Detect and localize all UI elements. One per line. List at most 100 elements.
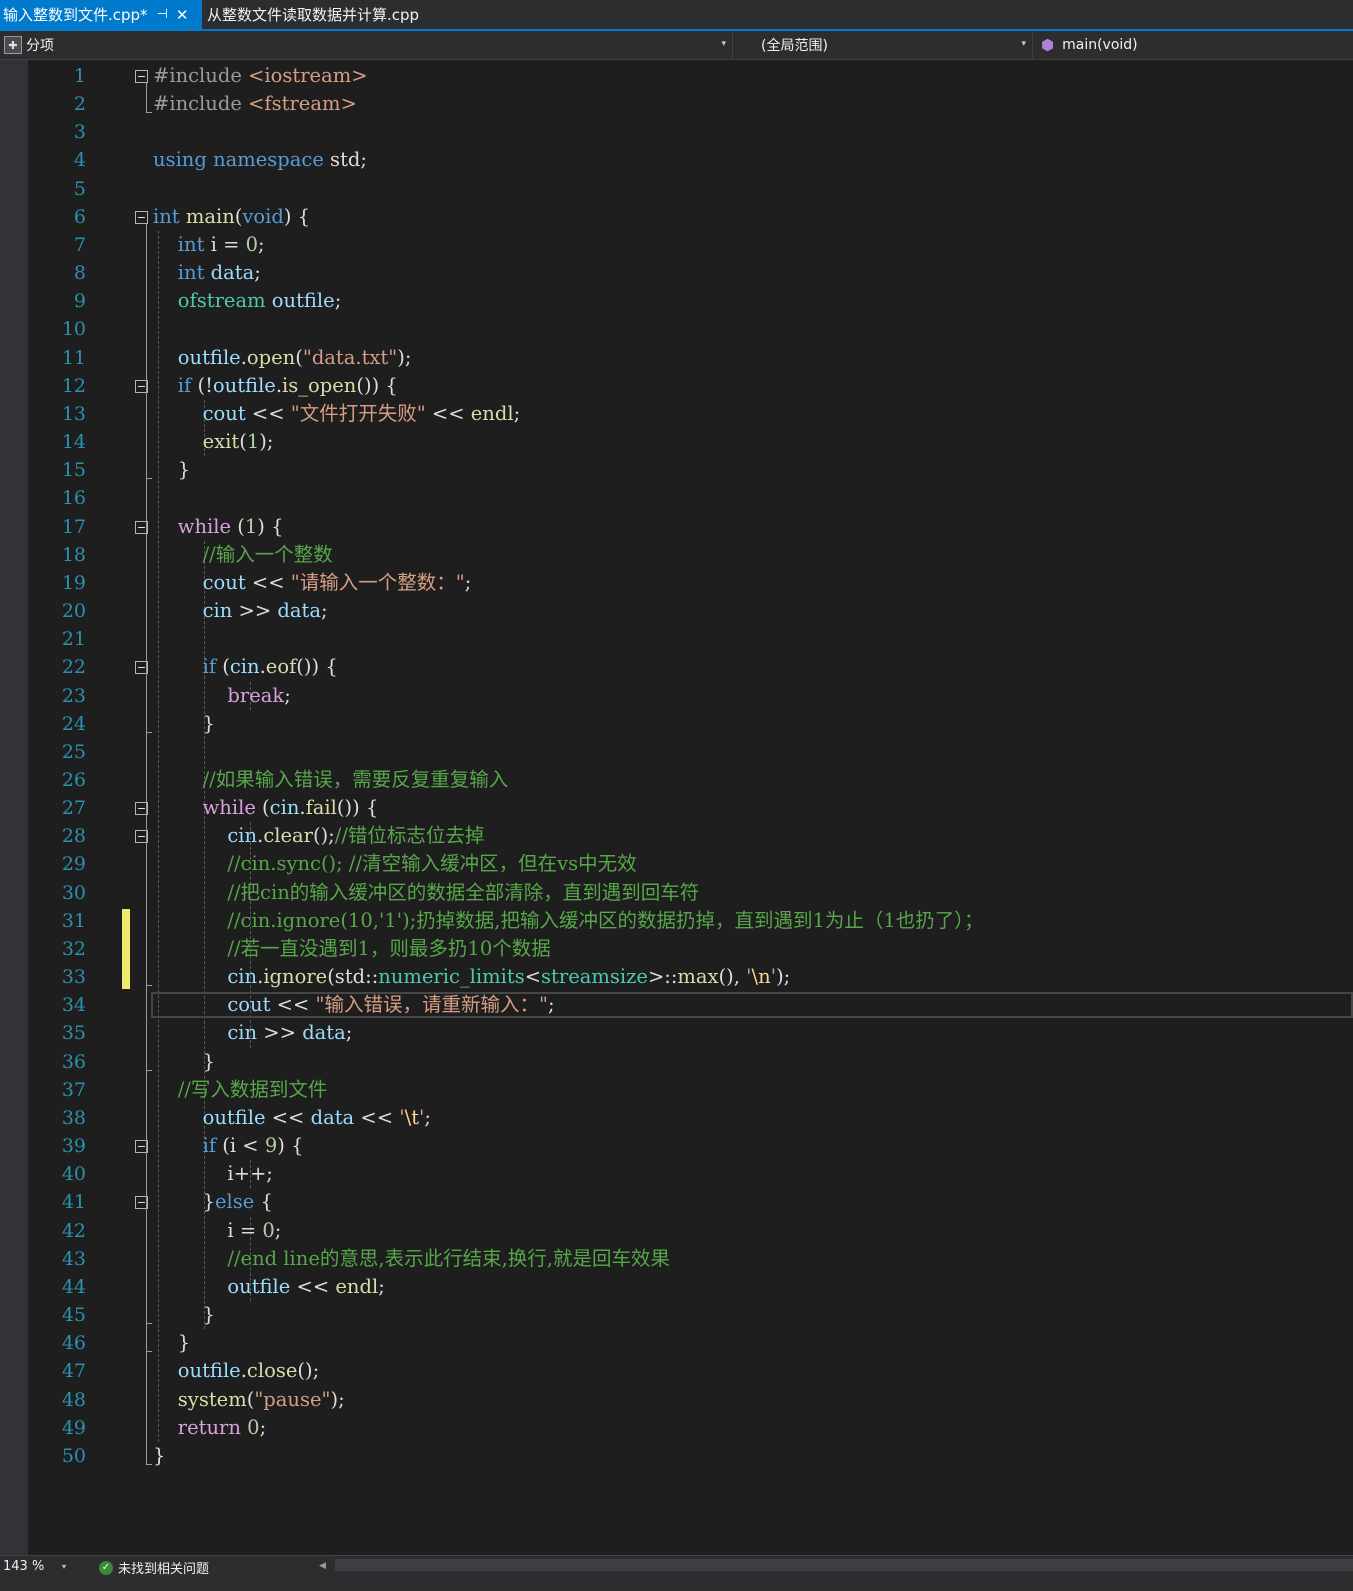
code-token: (!: [191, 373, 213, 397]
code-line[interactable]: cin.clear();//错位标志位去掉: [153, 822, 484, 850]
code-token: >>: [257, 1021, 303, 1045]
code-token: while: [202, 796, 256, 820]
fold-end-tick: [146, 985, 152, 987]
code-line[interactable]: }: [153, 1442, 165, 1470]
tab-label: 输入整数到文件.cpp*: [3, 6, 148, 24]
code-line[interactable]: }: [153, 710, 215, 738]
code-token: ) {: [257, 514, 284, 538]
line-number: 13: [61, 402, 86, 425]
line-number: 38: [61, 1106, 86, 1129]
code-token: "文件打开失败": [290, 401, 426, 425]
code-token: ;: [258, 232, 265, 256]
code-line[interactable]: if (cin.eof()) {: [153, 653, 338, 681]
code-line[interactable]: }: [153, 1301, 215, 1329]
code-line[interactable]: outfile.close();: [153, 1357, 319, 1385]
line-number: 19: [61, 571, 86, 594]
code-line[interactable]: cout << "文件打开失败" << endl;: [153, 400, 521, 428]
line-number: 33: [61, 966, 86, 989]
code-token: >>: [232, 599, 278, 623]
code-line[interactable]: //如果输入错误，需要反复重复输入: [153, 766, 509, 794]
code-line[interactable]: system("pause");: [153, 1386, 345, 1414]
member-dropdown[interactable]: ⬢ main(void): [1037, 31, 1353, 59]
code-editor[interactable]: 1 2 3 4 5 6 7 8 9 10 11 12 13 14 15 16 17 18 19 20 21 22 23 24 2…: [0, 60, 1353, 1555]
code-line[interactable]: //把cin的输入缓冲区的数据全部清除，直到遇到回车符: [153, 879, 699, 907]
code-token: }: [153, 1303, 215, 1327]
code-token: if: [202, 655, 217, 679]
code-token: if: [202, 1134, 217, 1158]
chevron-down-icon[interactable]: ▾: [62, 1562, 66, 1571]
scroll-left-icon[interactable]: ◀: [319, 1561, 326, 1571]
code-token: <iostream>: [248, 64, 368, 87]
tab-active-file[interactable]: 输入整数到文件.cpp* ⊣ ✕: [0, 0, 202, 29]
code-line[interactable]: //end line的意思,表示此行结束,换行,就是回车效果: [153, 1245, 670, 1273]
code-line[interactable]: #include <iostream>: [153, 62, 368, 90]
code-token: (: [239, 430, 247, 454]
code-line[interactable]: exit(1);: [153, 428, 274, 456]
code-token: eof: [265, 655, 297, 679]
code-token: ) {: [277, 1134, 304, 1158]
code-token: ;: [378, 1274, 385, 1298]
code-token: //如果输入错误，需要反复重复输入: [202, 768, 509, 791]
code-token: (: [231, 514, 245, 538]
project-dropdown[interactable]: ✚ 分项 ▾: [0, 31, 733, 59]
code-token: int: [153, 204, 180, 228]
code-token: //错位标志位去掉: [334, 824, 485, 848]
code-line[interactable]: while (cin.fail()) {: [153, 794, 379, 822]
collapse-toggle[interactable]: [135, 70, 148, 83]
code-line[interactable]: while (1) {: [153, 513, 284, 541]
chevron-down-icon[interactable]: ▾: [721, 39, 726, 49]
issues-indicator[interactable]: ✓ 未找到相关问题: [99, 1558, 209, 1577]
code-token: }: [153, 1331, 191, 1355]
code-line[interactable]: cout << "请输入一个整数：";: [153, 569, 472, 597]
code-line[interactable]: outfile << data << '\t';: [153, 1104, 431, 1132]
code-line[interactable]: }: [153, 1329, 190, 1357]
code-line[interactable]: cout << "输入错误，请重新输入：";: [153, 991, 554, 1019]
code-token: outfile: [227, 1274, 291, 1298]
code-token: i =: [204, 232, 246, 256]
code-line[interactable]: //cin.ignore(10,'1');扔掉数据,把输入缓冲区的数据扔掉，直到…: [153, 907, 983, 935]
code-line[interactable]: if (!outfile.is_open()) {: [153, 372, 398, 400]
code-token: ;: [284, 683, 291, 707]
code-line[interactable]: }: [153, 456, 190, 484]
tab-inactive-file[interactable]: 从整数文件读取数据并计算.cpp: [204, 0, 419, 29]
code-line[interactable]: cin >> data;: [153, 1019, 352, 1047]
code-token: ;: [345, 1021, 353, 1045]
code-line[interactable]: i = 0;: [153, 1217, 281, 1245]
code-line[interactable]: ofstream outfile;: [153, 287, 341, 315]
code-line[interactable]: int i = 0;: [153, 231, 265, 259]
code-line[interactable]: //cin.sync(); //清空输入缓冲区，但在vs中无效: [153, 850, 636, 878]
code-line[interactable]: return 0;: [153, 1414, 266, 1442]
project-label: 分项: [26, 38, 54, 54]
code-line[interactable]: }: [153, 1048, 215, 1076]
pin-icon[interactable]: ⊣: [157, 7, 168, 22]
code-line[interactable]: //若一直没遇到1，则最多扔10个数据: [153, 935, 550, 963]
code-line[interactable]: int data;: [153, 259, 261, 287]
code-token: (: [255, 796, 270, 820]
code-token: ()) {: [296, 655, 338, 679]
horizontal-scrollbar[interactable]: [335, 1559, 1353, 1571]
code-line[interactable]: cin >> data;: [153, 597, 328, 625]
code-line[interactable]: }else {: [153, 1188, 273, 1216]
code-line[interactable]: #include <fstream>: [153, 90, 357, 118]
code-token: outfile: [177, 345, 241, 369]
code-line[interactable]: outfile << endl;: [153, 1273, 385, 1301]
code-line[interactable]: break;: [153, 682, 291, 710]
line-number: 22: [61, 656, 86, 679]
code-line[interactable]: int main(void) {: [153, 203, 310, 231]
chevron-down-icon[interactable]: ▾: [1021, 39, 1026, 49]
code-token: endl: [335, 1274, 379, 1298]
close-icon[interactable]: ✕: [176, 6, 189, 24]
code-line[interactable]: i++;: [153, 1160, 273, 1188]
code-line[interactable]: using namespace std;: [153, 146, 367, 174]
code-line[interactable]: //写入数据到文件: [153, 1076, 328, 1104]
code-line[interactable]: if (i < 9) {: [153, 1132, 304, 1160]
code-line[interactable]: //输入一个整数: [153, 541, 333, 569]
collapse-toggle[interactable]: [135, 210, 148, 224]
code-line[interactable]: outfile.open("data.txt");: [153, 344, 412, 372]
zoom-level[interactable]: 143 %: [3, 1559, 44, 1574]
code-line[interactable]: cin.ignore(std::numeric_limits<streamsiz…: [153, 963, 790, 991]
scope-dropdown[interactable]: (全局范围) ▾: [737, 31, 1033, 59]
